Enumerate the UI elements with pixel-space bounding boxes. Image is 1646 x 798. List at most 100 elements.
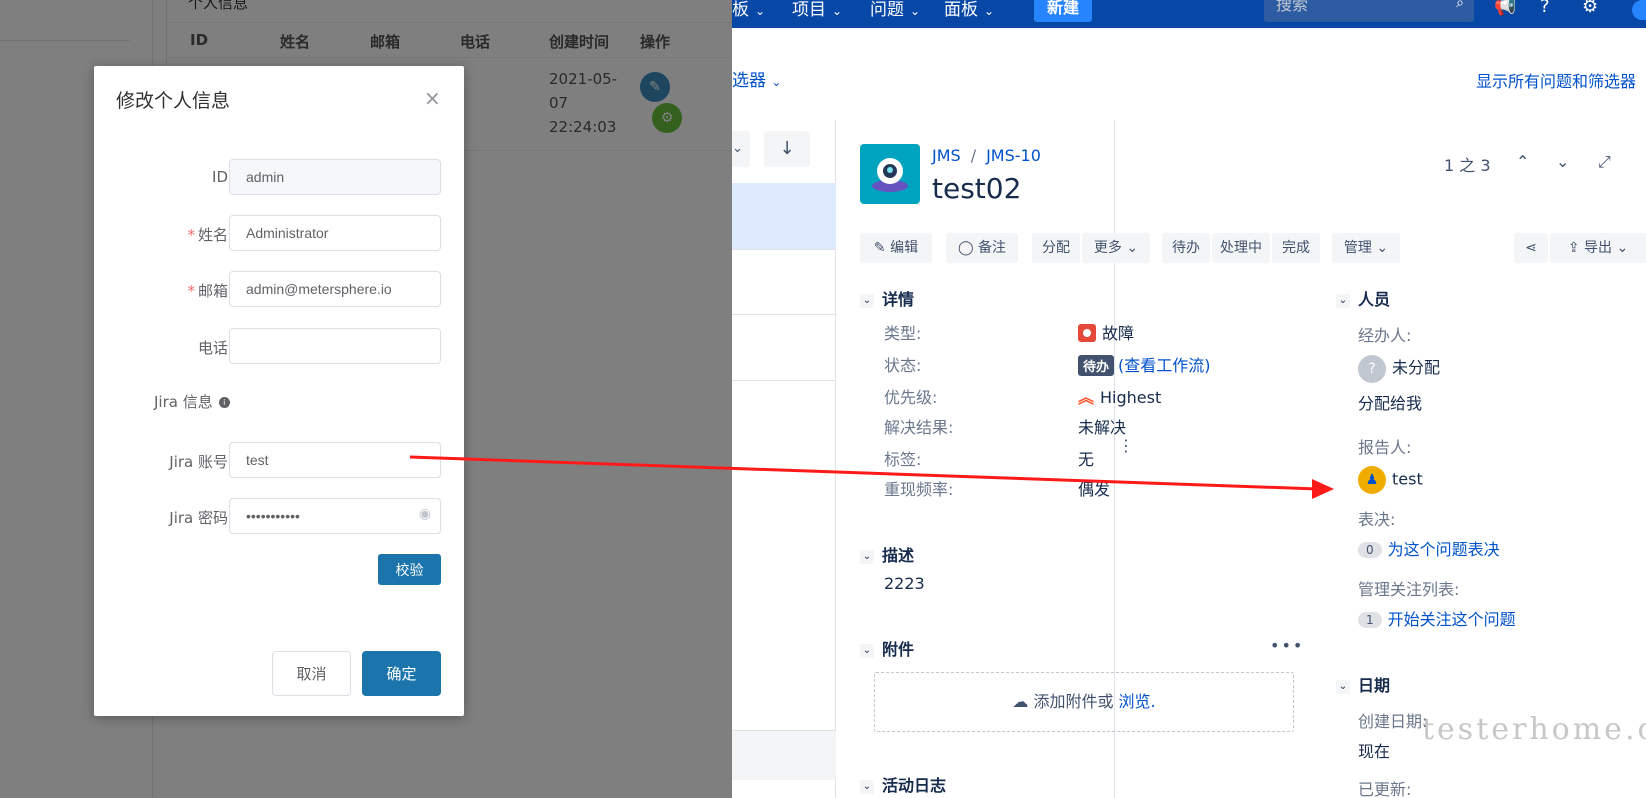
nav-issues[interactable]: 问题 ⌄	[870, 0, 920, 20]
type-value: 故障	[1078, 320, 1134, 344]
notifications-icon[interactable]: 📢	[1494, 0, 1516, 17]
status-value: 待办 (查看工作流)	[1078, 352, 1211, 376]
export-icon: ⇪	[1567, 240, 1580, 256]
todo-transition-button[interactable]: 待办	[1162, 233, 1210, 263]
label-phone: 电话	[197, 339, 228, 357]
name-input[interactable]	[229, 215, 441, 251]
assignee-value[interactable]: ? 未分配	[1358, 354, 1440, 383]
resolution-value: 未解决	[1078, 418, 1127, 437]
activity-section-header[interactable]: ⌄ 活动日志	[860, 772, 946, 796]
settings-gear-icon[interactable]: ⚙	[1582, 0, 1598, 17]
updated-label: 已更新:	[1358, 780, 1412, 798]
labels-label: 标签:	[884, 450, 922, 469]
admin-button[interactable]: 管理 ⌄	[1332, 233, 1400, 263]
nav-projects[interactable]: 项目 ⌄	[792, 0, 842, 20]
eye-icon[interactable]: ◉	[419, 506, 431, 522]
issue-title: test02	[932, 172, 1022, 205]
assign-to-me-link[interactable]: 分配给我	[1358, 390, 1422, 414]
close-icon[interactable]: ×	[424, 86, 441, 110]
nav-boards[interactable]: 板 ⌄	[732, 0, 765, 20]
priority-label: 优先级:	[884, 388, 938, 407]
create-button[interactable]: 新建	[1034, 0, 1092, 22]
type-label: 类型:	[884, 324, 922, 343]
sort-direction-button[interactable]: ↓	[764, 131, 810, 167]
form-row-email: * 邮箱	[94, 271, 464, 309]
list-footer	[732, 730, 836, 780]
chevron-down-icon[interactable]: ⌄	[1556, 152, 1569, 171]
edit-button[interactable]: ✎ 编辑	[860, 233, 932, 263]
comment-button[interactable]: ◯ 备注	[946, 233, 1018, 263]
chevron-down-icon: ⌄	[732, 141, 743, 156]
label-jira-password: Jira 密码	[169, 509, 228, 527]
export-button[interactable]: ⇪ 导出 ⌄	[1550, 233, 1646, 263]
share-icon: ⋖	[1525, 240, 1537, 256]
edit-profile-dialog: 修改个人信息 × ID *姓名 *邮箱 电话 Jira 信息i Jira 账号 …	[94, 66, 464, 716]
breadcrumb-project[interactable]: JMS	[932, 146, 961, 165]
show-all-filters-link[interactable]: 显示所有问题和筛选器	[1476, 68, 1636, 92]
description-value[interactable]: 2223	[884, 574, 925, 593]
chevron-down-icon: ⌄	[1376, 240, 1389, 256]
assign-button[interactable]: 分配	[1032, 233, 1080, 263]
chevron-down-icon: ⌄	[832, 4, 843, 18]
reporter-label: 报告人:	[1358, 438, 1412, 457]
nav-dashboards[interactable]: 面板 ⌄	[944, 0, 994, 20]
list-divider	[732, 249, 836, 250]
verify-button[interactable]: 校验	[378, 554, 441, 585]
list-item-selected[interactable]	[732, 183, 836, 249]
chevron-down-icon: ⌄	[1616, 240, 1629, 256]
list-divider	[732, 380, 836, 381]
unassigned-avatar: ?	[1358, 354, 1386, 383]
more-button[interactable]: 更多 ⌄	[1082, 233, 1150, 263]
more-horizontal-icon[interactable]: •••	[1270, 636, 1304, 655]
people-section-header[interactable]: ⌄ 人员	[1336, 286, 1390, 310]
search-input[interactable]: 搜索 ⌕	[1264, 0, 1474, 22]
project-avatar[interactable]	[860, 144, 920, 204]
attachment-dropzone[interactable]: ☁ 添加附件或 浏览.	[874, 672, 1294, 732]
watermark: testerhome.com	[1422, 712, 1646, 747]
id-input	[229, 159, 441, 195]
chevron-up-icon[interactable]: ⌃	[1516, 152, 1529, 171]
expand-icon[interactable]: ⤢	[1598, 152, 1611, 172]
done-transition-button[interactable]: 完成	[1272, 233, 1320, 263]
priority-highest-icon: ︽	[1078, 388, 1095, 407]
chevron-down-icon: ⌄	[1336, 679, 1350, 694]
jira-password-input[interactable]	[229, 498, 441, 534]
cancel-button[interactable]: 取消	[272, 651, 351, 696]
comment-icon: ◯	[957, 240, 974, 256]
phone-input[interactable]	[229, 328, 441, 364]
browse-link[interactable]: 浏览.	[1119, 692, 1156, 711]
watchers-value: 1 开始关注这个问题	[1358, 606, 1516, 630]
form-row-jira-account: Jira 账号	[94, 442, 464, 480]
details-section-header[interactable]: ⌄ 详情	[860, 286, 914, 310]
help-icon[interactable]: ?	[1540, 0, 1550, 17]
created-label: 创建日期:	[1358, 712, 1428, 731]
dates-section-header[interactable]: ⌄ 日期	[1336, 672, 1390, 696]
attachments-section-header[interactable]: ⌄ 附件	[860, 636, 914, 660]
vote-link[interactable]: 为这个问题表决	[1388, 540, 1500, 559]
watch-link[interactable]: 开始关注这个问题	[1388, 610, 1516, 629]
votes-label: 表决:	[1358, 510, 1396, 529]
pencil-icon: ✎	[873, 240, 886, 256]
breadcrumb-issue-key[interactable]: JMS-10	[986, 146, 1041, 165]
sort-dropdown[interactable]: ⌄	[732, 131, 750, 167]
chevron-down-icon: ⌄	[984, 4, 995, 18]
bug-icon	[1078, 324, 1096, 342]
labels-value[interactable]: 无	[1078, 446, 1094, 470]
email-input[interactable]	[229, 271, 441, 307]
share-button[interactable]: ⋖	[1514, 233, 1548, 263]
confirm-button[interactable]: 确定	[362, 651, 441, 696]
reporter-value[interactable]: ♟ test	[1358, 466, 1423, 494]
filter-dropdown[interactable]: 选器 ⌄	[732, 66, 781, 91]
in-progress-transition-button[interactable]: 处理中	[1212, 233, 1270, 263]
label-name: * 姓名	[187, 226, 228, 244]
label-email: * 邮箱	[187, 282, 228, 300]
description-section-header[interactable]: ⌄ 描述	[860, 542, 914, 566]
watchers-label: 管理关注列表:	[1358, 580, 1460, 599]
chevron-down-icon: ⌄	[755, 4, 766, 18]
dialog-title: 修改个人信息	[116, 90, 231, 112]
jira-account-input[interactable]	[229, 442, 441, 478]
jira-info-label: Jira 信息 i	[154, 391, 230, 412]
profile-avatar[interactable]	[1632, 0, 1646, 20]
avatar: ♟	[1358, 466, 1386, 494]
view-workflow-link[interactable]: (查看工作流)	[1118, 356, 1211, 375]
